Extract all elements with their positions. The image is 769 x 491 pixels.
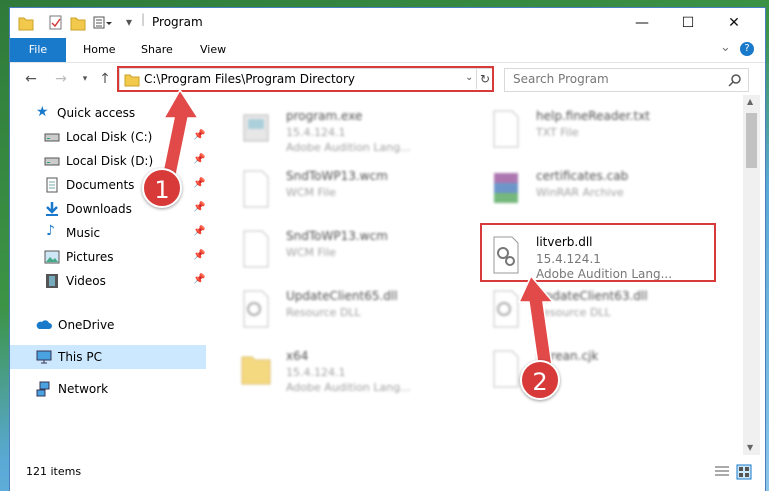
pin-icon[interactable]: 📌 xyxy=(193,274,205,285)
sidebar-item-label: This PC xyxy=(58,350,102,364)
file-type: WCM File xyxy=(286,246,336,259)
customize-toolbar-icon[interactable] xyxy=(92,14,112,32)
explorer-window: ▾ | Program — ☐ ✕ File Home Share View ⌄… xyxy=(10,8,765,491)
pin-icon[interactable]: 📌 xyxy=(193,202,205,213)
folder-icon xyxy=(18,17,34,31)
minimize-button[interactable]: — xyxy=(619,8,665,38)
pc-icon xyxy=(36,350,52,364)
window-title: Program xyxy=(152,15,203,29)
back-icon[interactable]: ← xyxy=(22,70,40,88)
properties-icon[interactable] xyxy=(48,14,64,32)
cloud-icon xyxy=(36,320,52,329)
file-icon xyxy=(243,170,269,208)
divider: | xyxy=(141,12,146,26)
sidebar-item-music[interactable]: ♪ Music 📌 xyxy=(10,221,206,245)
sidebar-item-label: OneDrive xyxy=(58,318,115,332)
vertical-scrollbar[interactable]: ▲ ▼ xyxy=(743,95,760,455)
tab-file[interactable]: File xyxy=(10,38,66,62)
file-name: help.fineReader.txt xyxy=(536,109,650,123)
scrollbar-thumb[interactable] xyxy=(746,113,757,168)
dll-icon xyxy=(243,290,269,328)
step-1-badge: 1 xyxy=(142,168,182,208)
maximize-button[interactable]: ☐ xyxy=(665,8,711,38)
item-count: 121 items xyxy=(26,465,82,478)
search-box[interactable]: Search Program xyxy=(504,68,749,92)
network-icon xyxy=(36,381,50,397)
sidebar-item-label: Downloads xyxy=(66,202,132,216)
sidebar-item-label: Videos xyxy=(66,274,106,288)
sidebar-item-label: Quick access xyxy=(57,106,136,120)
scroll-up-icon[interactable]: ▲ xyxy=(747,97,753,106)
recent-locations-icon[interactable]: ▾ xyxy=(76,70,94,88)
file-type: WCM File xyxy=(286,186,336,199)
pin-icon[interactable]: 📌 xyxy=(193,250,205,261)
help-icon[interactable]: ? xyxy=(740,42,754,56)
sidebar-item-this-pc[interactable]: This PC xyxy=(10,345,206,369)
status-bar: 121 items xyxy=(10,455,765,491)
list-item[interactable]: SndToWP13.wcm WCM File xyxy=(240,165,440,217)
expand-ribbon-icon[interactable]: ⌄ xyxy=(720,40,731,55)
ribbon-tabs: File Home Share View ⌄ ? xyxy=(10,38,765,63)
text-file-icon xyxy=(493,110,519,148)
sidebar-item-label: Pictures xyxy=(66,250,114,264)
file-name: UpdateClient65.dll xyxy=(286,289,398,303)
qat-dropdown-icon[interactable]: ▾ xyxy=(126,15,132,29)
list-item[interactable]: UpdateClient65.dll Resource DLL xyxy=(240,285,440,337)
sidebar-item-network[interactable]: Network xyxy=(10,377,206,401)
pin-icon[interactable]: 📌 xyxy=(193,226,205,237)
program-icon xyxy=(243,114,269,142)
file-description: Adobe Audition Lang... xyxy=(286,381,411,394)
list-item[interactable]: SndToWP13.wcm WCM File xyxy=(240,225,440,277)
navigation-bar: ← → ▾ ↑ C:\Program Files\Program Directo… xyxy=(10,63,765,95)
file-icon xyxy=(243,230,269,268)
file-name: SndToWP13.wcm xyxy=(286,169,388,183)
forward-icon[interactable]: → xyxy=(52,70,70,88)
file-name: x64 xyxy=(286,349,309,363)
pictures-icon xyxy=(44,250,60,264)
folder-icon xyxy=(241,356,271,385)
large-icons-view-icon[interactable] xyxy=(736,464,752,480)
tab-share[interactable]: Share xyxy=(141,38,173,62)
sidebar-item-label: Network xyxy=(58,382,109,396)
search-icon xyxy=(728,74,741,87)
list-item[interactable]: help.fineReader.txt TXT File xyxy=(490,105,720,157)
drive-icon xyxy=(44,157,60,166)
list-item[interactable]: x64 15.4.124.1 Adobe Audition Lang... xyxy=(240,345,440,397)
sidebar-item-videos[interactable]: Videos 📌 xyxy=(10,269,206,293)
file-version: 15.4.124.1 xyxy=(286,126,346,139)
sidebar-item-pictures[interactable]: Pictures 📌 xyxy=(10,245,206,269)
videos-icon xyxy=(46,274,58,288)
star-icon: ★ xyxy=(36,104,49,120)
file-name: program.exe xyxy=(286,109,363,123)
file-description: Adobe Audition Lang... xyxy=(286,141,411,154)
details-view-icon[interactable] xyxy=(714,465,730,479)
documents-icon xyxy=(46,177,58,193)
sidebar-item-label: Music xyxy=(66,226,101,240)
sidebar-item-onedrive[interactable]: OneDrive xyxy=(10,313,206,337)
tab-home[interactable]: Home xyxy=(83,38,115,62)
music-icon: ♪ xyxy=(46,223,55,239)
sidebar-item-label: Documents xyxy=(66,178,135,192)
up-icon[interactable]: ↑ xyxy=(96,70,114,88)
file-name: SndToWP13.wcm xyxy=(286,229,388,243)
file-type: Resource DLL xyxy=(286,306,361,319)
file-type: WinRAR Archive xyxy=(536,186,624,199)
step-2-badge: 2 xyxy=(520,360,560,400)
download-icon xyxy=(46,202,58,216)
list-item[interactable]: program.exe 15.4.124.1 Adobe Audition La… xyxy=(240,105,440,157)
search-input[interactable]: Search Program xyxy=(513,72,609,86)
scroll-down-icon[interactable]: ▼ xyxy=(747,443,753,452)
title-bar: ▾ | Program — ☐ ✕ xyxy=(10,8,765,38)
close-button[interactable]: ✕ xyxy=(711,8,757,38)
archive-icon xyxy=(494,173,518,203)
new-folder-icon[interactable] xyxy=(70,14,86,32)
list-item[interactable]: certificates.cab WinRAR Archive xyxy=(490,165,720,217)
file-version: 15.4.124.1 xyxy=(286,366,346,379)
file-name: certificates.cab xyxy=(536,169,629,183)
file-type: TXT File xyxy=(536,126,579,139)
drive-icon xyxy=(44,133,60,142)
tab-view[interactable]: View xyxy=(200,38,226,62)
